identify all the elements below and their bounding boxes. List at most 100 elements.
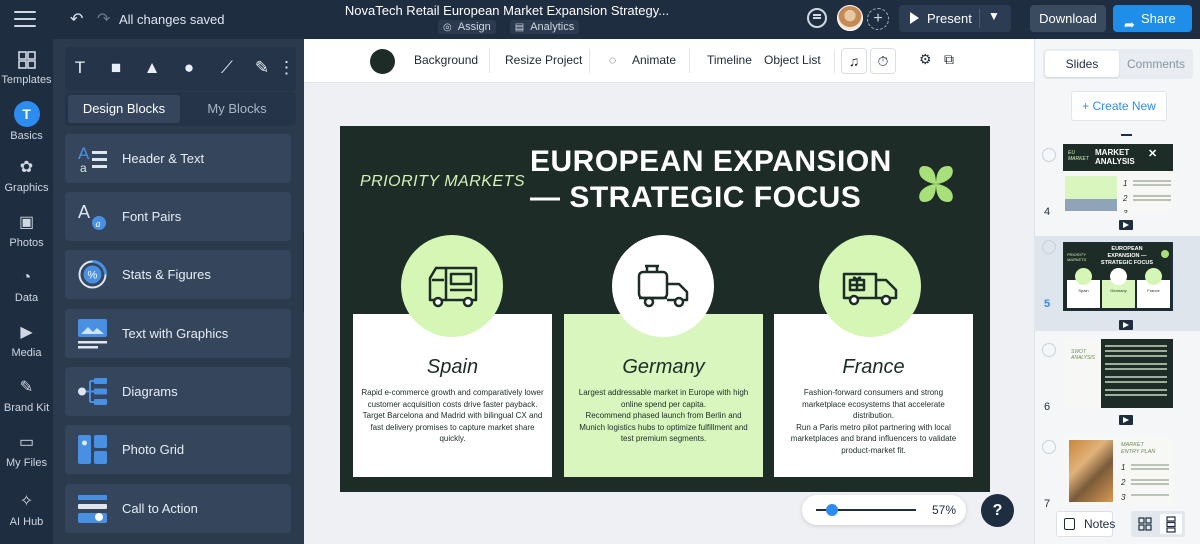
comments-icon[interactable] — [807, 8, 827, 28]
font-pairs-icon: Aa — [78, 202, 106, 230]
present-button[interactable]: Present ▼ — [899, 5, 1011, 32]
circle-tool-icon[interactable]: ● — [176, 55, 202, 81]
basics-icon: T — [13, 101, 40, 127]
slide-thumbnail-4[interactable]: 4 EU MARKET MARKET ANALYSIS ✕ 123 — [1034, 144, 1200, 239]
card-title: France — [842, 356, 905, 378]
market-card-france[interactable]: France Fashion-forward consumers and str… — [774, 314, 973, 477]
block-stats-figures[interactable]: % Stats & Figures — [65, 250, 291, 299]
tab-slides[interactable]: Slides — [1045, 51, 1119, 77]
food-truck-icon — [428, 266, 478, 308]
notes-button[interactable]: Notes — [1056, 511, 1115, 537]
block-header-text[interactable]: Aa Header & Text — [65, 134, 291, 183]
slides-tabs: Slides Comments — [1043, 49, 1193, 79]
animate-button[interactable]: Animate — [632, 53, 676, 67]
play-icon — [910, 12, 919, 24]
transition-icon[interactable] — [1119, 220, 1133, 230]
rail-item-my-files[interactable]: ▭ My Files — [0, 432, 53, 469]
block-call-to-action[interactable]: Call to Action — [65, 484, 291, 533]
list-view-icon[interactable] — [1160, 514, 1182, 534]
slide-thumbnail-5[interactable]: 5 PRIORITY MARKETS EUROPEAN EXPANSION — … — [1034, 236, 1200, 331]
slide-thumbnail-6[interactable]: 6 SWOT ANALYSIS — [1034, 339, 1200, 434]
text-tool-icon[interactable]: T — [67, 55, 93, 81]
hamburger-menu-icon[interactable] — [14, 11, 36, 27]
select-slide-checkbox[interactable] — [1042, 148, 1056, 162]
analytics-button[interactable]: ▤ Analytics — [509, 20, 580, 34]
save-status: All changes saved — [119, 12, 225, 27]
create-new-slide-button[interactable]: + Create New — [1071, 91, 1167, 121]
block-diagrams[interactable]: Diagrams — [65, 367, 291, 416]
rail-item-media[interactable]: ▶ Media — [0, 322, 53, 359]
tab-my-blocks[interactable]: My Blocks — [181, 95, 293, 123]
clover-decoration-icon[interactable] — [914, 162, 958, 206]
delivery-van-icon — [842, 272, 898, 306]
rail-item-photos[interactable]: ▣ Photos — [0, 212, 53, 249]
project-title[interactable]: NovaTech Retail European Market Expansio… — [340, 3, 674, 18]
tanker-truck-icon — [637, 264, 689, 308]
market-card-spain[interactable]: Spain Rapid e-commerce growth and compar… — [353, 314, 552, 477]
assign-icon: ◎ — [443, 21, 452, 33]
block-text-with-graphics[interactable]: Text with Graphics — [65, 309, 291, 358]
transition-icon[interactable] — [1119, 320, 1133, 330]
slide-canvas[interactable]: PRIORITY MARKETS EUROPEAN EXPANSION — ST… — [340, 126, 990, 492]
line-tool-icon[interactable]: ⟋ — [214, 55, 240, 81]
redo-icon[interactable]: ↷ — [97, 9, 110, 29]
rail-item-ai-hub[interactable]: ✧ AI Hub — [0, 491, 53, 528]
image-add-icon[interactable]: ⧉ — [944, 51, 954, 68]
chevron-down-icon[interactable]: ▼ — [988, 9, 1000, 23]
thumbnail-preview: MARKET ENTRY PLAN 123 — [1063, 436, 1173, 505]
diagram-icon — [78, 378, 107, 405]
zoom-slider-handle[interactable] — [826, 504, 838, 516]
call-to-action-icon — [78, 495, 107, 523]
assign-button[interactable]: ◎ Assign — [438, 20, 496, 34]
avatar[interactable] — [837, 5, 863, 31]
triangle-tool-icon[interactable]: ▲ — [139, 55, 165, 81]
grid-view-icon[interactable] — [1134, 514, 1156, 534]
percentage-chart-icon: % — [78, 260, 107, 289]
media-icon: ▶ — [20, 324, 33, 341]
square-tool-icon[interactable]: ■ — [103, 55, 129, 81]
market-card-germany[interactable]: Germany Largest addressable market in Eu… — [564, 314, 763, 477]
tab-design-blocks[interactable]: Design Blocks — [68, 95, 180, 123]
text-graphics-icon — [78, 319, 107, 349]
undo-icon[interactable]: ↶ — [70, 9, 83, 29]
animate-icon[interactable]: ◌ — [609, 53, 616, 67]
graphics-icon: ✿ — [19, 159, 34, 176]
tab-comments[interactable]: Comments — [1119, 51, 1193, 77]
object-list-button[interactable]: Object List — [764, 53, 821, 67]
rail-item-templates[interactable]: Templates — [0, 49, 53, 86]
background-color-swatch[interactable] — [370, 49, 395, 74]
select-slide-checkbox[interactable] — [1042, 240, 1056, 254]
select-slide-checkbox[interactable] — [1042, 440, 1056, 454]
slide-title[interactable]: EUROPEAN EXPANSION — STRATEGIC FOCUS — [530, 144, 892, 216]
background-button[interactable]: Background — [414, 53, 478, 67]
block-photo-grid[interactable]: Photo Grid — [65, 425, 291, 474]
add-collaborator-icon[interactable]: + — [867, 8, 889, 30]
brush-tool-icon[interactable]: ✎ — [249, 55, 275, 81]
zoom-value[interactable]: 57% — [932, 503, 956, 517]
card-description: Largest addressable market in Europe wit… — [578, 388, 749, 443]
scroll-indicator — [1121, 134, 1132, 136]
data-icon: ◔ — [21, 269, 32, 286]
clock-icon[interactable]: ⏱ — [870, 48, 896, 74]
rail-item-basics[interactable]: T Basics — [0, 101, 53, 142]
resize-project-button[interactable]: Resize Project — [505, 53, 582, 67]
more-options-icon[interactable]: ⋮ — [278, 55, 295, 81]
rail-item-brand-kit[interactable]: ✎ Brand Kit — [0, 377, 53, 414]
music-icon[interactable]: ♫ — [841, 48, 867, 74]
download-button[interactable]: Download — [1030, 5, 1106, 32]
svg-text:a: a — [80, 161, 87, 174]
top-bar: ↶ ↷ All changes saved NovaTech Retail Eu… — [0, 0, 1200, 39]
slide-tagline[interactable]: PRIORITY MARKETS — [360, 173, 525, 191]
transition-icon[interactable] — [1119, 415, 1133, 425]
analytics-icon: ▤ — [514, 21, 525, 33]
rail-item-data[interactable]: ◔ Data — [0, 267, 53, 304]
card-description: Fashion-forward consumers and strong mar… — [790, 388, 957, 455]
share-button[interactable]: ➦ Share — [1113, 5, 1192, 32]
select-slide-checkbox[interactable] — [1042, 343, 1056, 357]
rail-item-graphics[interactable]: ✿ Graphics — [0, 157, 53, 194]
block-font-pairs[interactable]: Aa Font Pairs — [65, 192, 291, 241]
timeline-button[interactable]: Timeline — [707, 53, 752, 67]
settings-gear-icon[interactable]: ⚙ — [919, 51, 932, 68]
help-button[interactable]: ? — [981, 494, 1014, 527]
slide-number: 4 — [1044, 206, 1051, 218]
